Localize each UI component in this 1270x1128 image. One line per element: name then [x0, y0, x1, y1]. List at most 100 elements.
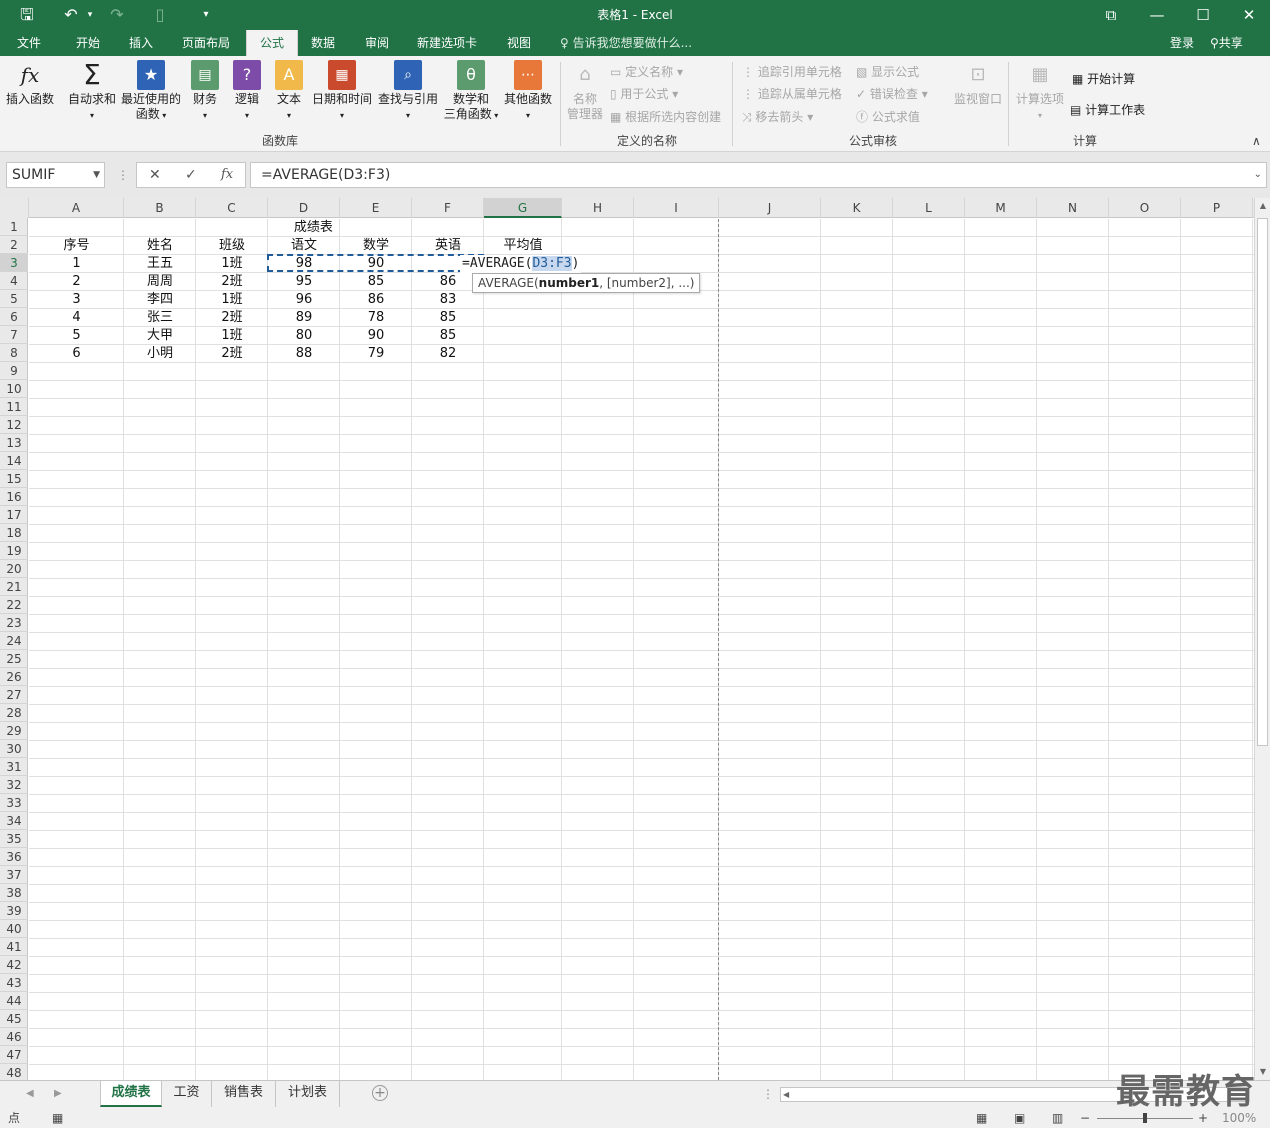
customize-icon[interactable]: ▾	[196, 0, 216, 30]
enter-icon[interactable]: ✓	[185, 163, 197, 187]
zoom-out-button[interactable]: −	[1080, 1108, 1090, 1128]
column-header-c[interactable]: C	[196, 198, 268, 218]
sheet-tab-sales[interactable]: 销售表	[212, 1081, 276, 1107]
date-time-button[interactable]: ▦ 日期和时间 ▾	[310, 60, 374, 123]
select-all-corner[interactable]	[0, 198, 29, 218]
expand-formula-icon[interactable]: ⌄	[1254, 163, 1262, 187]
watch-window-button[interactable]: ⊡ 监视窗口	[950, 60, 1006, 107]
column-header-a[interactable]: A	[29, 198, 124, 218]
row-header-46[interactable]: 46	[0, 1028, 28, 1046]
row-header-23[interactable]: 23	[0, 614, 28, 632]
column-header-f[interactable]: F	[412, 198, 484, 218]
column-header-n[interactable]: N	[1037, 198, 1109, 218]
row-header-18[interactable]: 18	[0, 524, 28, 542]
row-header-33[interactable]: 33	[0, 794, 28, 812]
header-cell[interactable]: 英语	[412, 237, 484, 255]
undo-icon[interactable]: ↶	[58, 0, 84, 30]
chevron-down-icon[interactable]: ▼	[93, 163, 100, 187]
row-header-22[interactable]: 22	[0, 596, 28, 614]
fx-icon[interactable]: fx	[221, 163, 233, 187]
row-header-6[interactable]: 6	[0, 308, 28, 326]
sheet-prev-icon[interactable]: ◀	[26, 1081, 34, 1107]
row-header-45[interactable]: 45	[0, 1010, 28, 1028]
row-header-19[interactable]: 19	[0, 542, 28, 560]
row-header-29[interactable]: 29	[0, 722, 28, 740]
scroll-down-icon[interactable]: ▼	[1255, 1064, 1270, 1080]
tab-insert[interactable]: 插入	[118, 30, 164, 56]
row-header-26[interactable]: 26	[0, 668, 28, 686]
row-header-47[interactable]: 47	[0, 1046, 28, 1064]
trace-precedents-button[interactable]: ⋮ 追踪引用单元格	[742, 64, 842, 80]
minimize-icon[interactable]: —	[1134, 0, 1180, 30]
formula-input[interactable]: =AVERAGE(D3:F3) ⌄	[250, 162, 1267, 188]
header-cell[interactable]: 数学	[340, 237, 412, 255]
data-cell[interactable]: 96	[268, 291, 340, 309]
data-cell[interactable]: 周周	[124, 273, 196, 291]
save-icon[interactable]: 🖫	[14, 0, 40, 30]
row-header-42[interactable]: 42	[0, 956, 28, 974]
data-cell[interactable]: 5	[29, 327, 124, 345]
sheet-next-icon[interactable]: ▶	[54, 1081, 62, 1107]
ribbon-display-icon[interactable]: ⧉	[1088, 0, 1134, 30]
data-cell[interactable]: 1班	[196, 291, 268, 309]
row-header-14[interactable]: 14	[0, 452, 28, 470]
column-header-j[interactable]: J	[719, 198, 821, 218]
sheet-tab-plan[interactable]: 计划表	[276, 1081, 340, 1107]
row-header-28[interactable]: 28	[0, 704, 28, 722]
row-header-17[interactable]: 17	[0, 506, 28, 524]
sheet-title-cell[interactable]: 成绩表	[258, 219, 369, 237]
tell-me-box[interactable]: ♀ 告诉我您想要做什么...	[560, 30, 692, 56]
data-cell[interactable]: 3	[29, 291, 124, 309]
row-header-34[interactable]: 34	[0, 812, 28, 830]
row-header-15[interactable]: 15	[0, 470, 28, 488]
row-header-12[interactable]: 12	[0, 416, 28, 434]
data-cell[interactable]: 79	[340, 345, 412, 363]
maximize-icon[interactable]: ☐	[1180, 0, 1226, 30]
column-header-e[interactable]: E	[340, 198, 412, 218]
row-header-13[interactable]: 13	[0, 434, 28, 452]
row-header-3[interactable]: 3	[0, 254, 28, 272]
data-cell[interactable]: 大甲	[124, 327, 196, 345]
more-functions-button[interactable]: ⋯ 其他函数 ▾	[502, 60, 554, 123]
normal-view-icon[interactable]: ▦	[976, 1108, 987, 1128]
login-link[interactable]: 登录	[1170, 30, 1194, 56]
tab-file[interactable]: 文件	[6, 30, 52, 56]
cancel-icon[interactable]: ✕	[149, 163, 161, 187]
financial-button[interactable]: ▤ 财务 ▾	[186, 60, 224, 123]
tab-review[interactable]: 审阅	[354, 30, 400, 56]
row-header-27[interactable]: 27	[0, 686, 28, 704]
lookup-reference-button[interactable]: ⌕ 查找与引用 ▾	[376, 60, 440, 123]
row-header-7[interactable]: 7	[0, 326, 28, 344]
page-layout-view-icon[interactable]: ▣	[1014, 1108, 1025, 1128]
create-from-selection-button[interactable]: ▦ 根据所选内容创建	[610, 109, 721, 125]
column-header-d[interactable]: D	[268, 198, 340, 218]
scroll-thumb[interactable]	[1257, 218, 1268, 746]
text-button[interactable]: A 文本 ▾	[270, 60, 308, 123]
name-manager-button[interactable]: ⌂ 名称 管理器	[564, 60, 606, 122]
row-header-5[interactable]: 5	[0, 290, 28, 308]
page-break-view-icon[interactable]: ▥	[1052, 1108, 1063, 1128]
tab-new[interactable]: 新建选项卡	[406, 30, 488, 56]
calc-options-button[interactable]: ▦ 计算选项 ▾	[1012, 60, 1068, 123]
trace-dependents-button[interactable]: ⋮ 追踪从属单元格	[742, 86, 842, 102]
row-header-44[interactable]: 44	[0, 992, 28, 1010]
header-cell[interactable]: 序号	[29, 237, 124, 255]
logical-button[interactable]: ? 逻辑 ▾	[228, 60, 266, 123]
tab-page-layout[interactable]: 页面布局	[170, 30, 242, 56]
data-cell[interactable]: 1班	[196, 255, 268, 273]
zoom-in-button[interactable]: +	[1198, 1108, 1208, 1128]
column-header-g[interactable]: G	[484, 198, 562, 218]
define-name-button[interactable]: ▭ 定义名称 ▾	[610, 64, 683, 80]
row-header-24[interactable]: 24	[0, 632, 28, 650]
data-cell[interactable]: 83	[412, 291, 484, 309]
tab-home[interactable]: 开始	[64, 30, 112, 56]
tab-formulas[interactable]: 公式	[246, 30, 298, 56]
header-cell[interactable]: 语文	[268, 237, 340, 255]
calculate-now-button[interactable]: ▦ 开始计算	[1072, 71, 1135, 87]
row-header-30[interactable]: 30	[0, 740, 28, 758]
header-cell[interactable]: 班级	[196, 237, 268, 255]
calculate-sheet-button[interactable]: ▤ 计算工作表	[1070, 102, 1145, 118]
data-cell[interactable]: 86	[340, 291, 412, 309]
name-box[interactable]: SUMIF ▼	[6, 162, 105, 188]
tab-data[interactable]: 数据	[300, 30, 346, 56]
